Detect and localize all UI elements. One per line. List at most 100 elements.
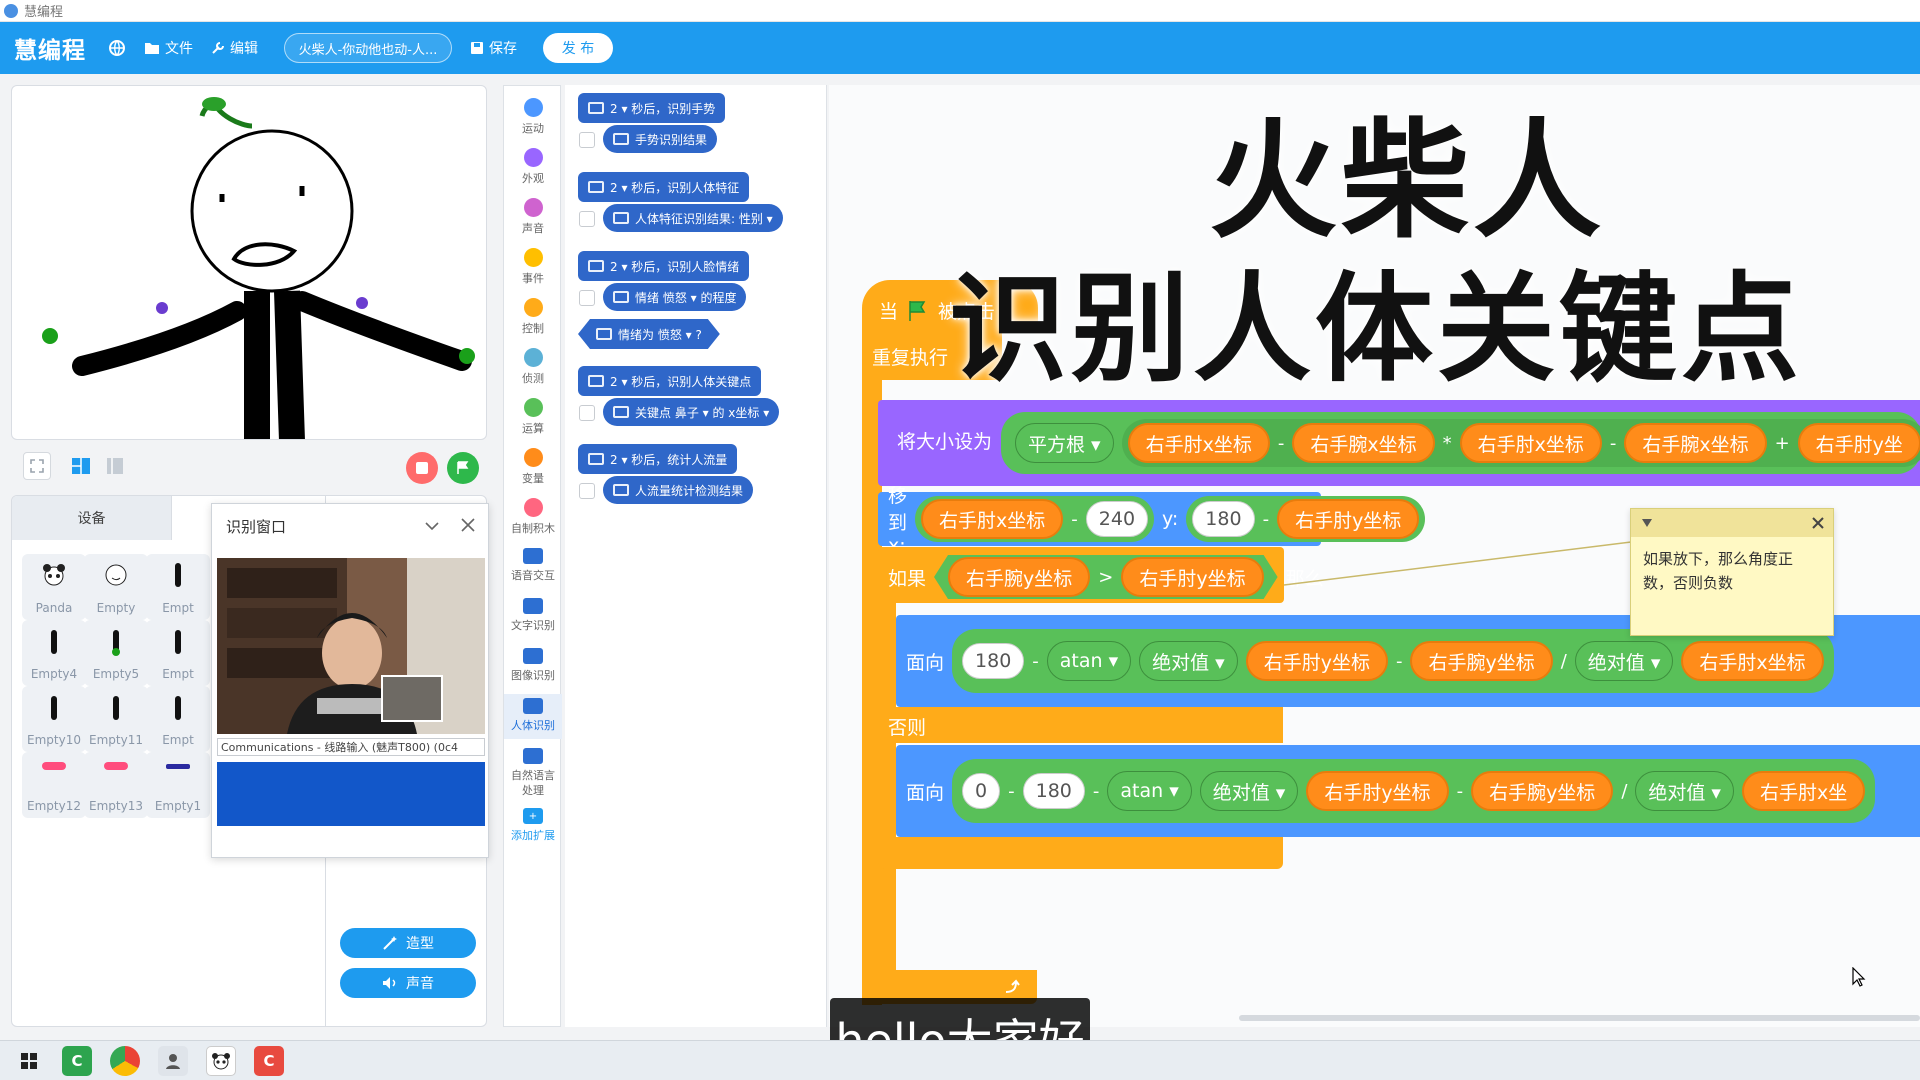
stickman-sprite[interactable]	[12, 86, 487, 440]
tab-device[interactable]: 设备	[12, 496, 172, 540]
comment-note[interactable]: 如果放下，那么角度正数，否则负数	[1630, 508, 1834, 636]
category-label: 图像识别	[511, 669, 555, 682]
save-button[interactable]: 保存	[470, 38, 517, 58]
costume-button[interactable]: 造型	[340, 928, 476, 958]
category-control[interactable]: 控制	[504, 298, 562, 336]
block-recognize-gesture[interactable]: 2 ▾ 秒后，识别手势	[578, 93, 726, 123]
block-emotion-degree[interactable]: 情绪 愤怒 ▾ 的程度	[603, 283, 747, 311]
category-variables[interactable]: 变量	[504, 448, 562, 486]
sprite-tile[interactable]: Empty4	[22, 620, 86, 686]
checkbox-emotion-degree[interactable]	[579, 290, 595, 306]
extension-icon	[523, 698, 543, 714]
language-button[interactable]	[108, 39, 126, 57]
user-app-taskbar-icon[interactable]	[158, 1045, 188, 1076]
sprite-tile[interactable]: Empty5	[84, 620, 148, 686]
publish-button[interactable]: 发 布	[543, 33, 613, 63]
checkbox-keypoint[interactable]	[579, 405, 595, 421]
category-motion[interactable]: 运动	[504, 98, 562, 136]
edit-menu[interactable]: 编辑	[211, 38, 258, 58]
sprite-tile[interactable]: Empty10	[22, 686, 86, 752]
sprite-tile[interactable]: Empty	[84, 554, 148, 620]
category-events[interactable]: 事件	[504, 248, 562, 286]
stage[interactable]	[11, 85, 487, 440]
block-body-result[interactable]: 人体特征识别结果: 性别 ▾	[603, 204, 783, 232]
sprite-tile[interactable]: Panda	[22, 554, 86, 620]
sprite-name: Empt	[162, 601, 194, 615]
category-image-recognition[interactable]: 图像识别	[504, 648, 562, 683]
close-icon[interactable]	[1811, 516, 1825, 530]
file-menu[interactable]: 文件	[144, 38, 193, 58]
collapse-button[interactable]	[424, 518, 440, 536]
chrome-taskbar-icon[interactable]	[110, 1045, 140, 1076]
block-recognize-body[interactable]: 2 ▾ 秒后，识别人体特征	[578, 172, 750, 202]
save-icon	[471, 42, 483, 54]
person-icon	[166, 1053, 180, 1069]
sprite-name: Empt	[162, 733, 194, 747]
camera-device-select[interactable]: Communications - 线路输入 (魅声T800) (0c4	[217, 738, 485, 756]
recorder-taskbar-icon[interactable]: C	[254, 1045, 284, 1076]
comment-header	[1631, 509, 1833, 537]
category-text-recognition[interactable]: 文字识别	[504, 598, 562, 633]
ext-icon	[588, 453, 604, 465]
block-count-people[interactable]: 2 ▾ 秒后，统计人流量	[578, 444, 738, 474]
category-looks[interactable]: 外观	[504, 148, 562, 186]
layout-small-button[interactable]	[101, 452, 129, 480]
layout-large-button[interactable]	[67, 452, 95, 480]
sprite-tile[interactable]: Empt	[146, 620, 210, 686]
category-label: 自然语言处理	[511, 769, 555, 797]
category-operators[interactable]: 运算	[504, 398, 562, 436]
category-label: 变量	[522, 472, 544, 485]
close-button[interactable]	[460, 517, 476, 537]
horizontal-scrollbar[interactable]	[1239, 1015, 1920, 1021]
category-add-extension[interactable]: + 添加扩展	[504, 808, 562, 843]
sprite-tile[interactable]: Empty11	[84, 686, 148, 752]
sprite-thumbnail	[165, 760, 191, 775]
windows-icon	[21, 1052, 37, 1069]
block-recognize-keypoints[interactable]: 2 ▾ 秒后，识别人体关键点	[578, 366, 762, 396]
category-sensing[interactable]: 侦测	[504, 348, 562, 386]
sprite-tile[interactable]: Empty1	[146, 752, 210, 818]
mblock-taskbar-icon[interactable]	[206, 1045, 236, 1076]
category-speech[interactable]: 语音交互	[504, 548, 562, 583]
sprite-tile[interactable]: Empty13	[84, 752, 148, 818]
sprite-thumbnail	[103, 760, 129, 775]
sprite-tile[interactable]: Empt	[146, 554, 210, 620]
brand-logo: 慧编程	[14, 38, 86, 64]
sound-button[interactable]: 声音	[340, 968, 476, 998]
category-nlp[interactable]: 自然语言处理	[504, 748, 562, 798]
ext-icon	[613, 133, 629, 145]
checkbox-people-count[interactable]	[579, 483, 595, 499]
sprite-tile[interactable]: Empty12	[22, 752, 86, 818]
block-label: 2 ▾ 秒后，识别人体特征	[610, 180, 740, 195]
block-people-count-result[interactable]: 人流量统计检测结果	[603, 476, 754, 504]
checkbox-body-result[interactable]	[579, 211, 595, 227]
category-body-recognition[interactable]: 人体识别	[504, 694, 562, 739]
category-my-blocks[interactable]: 自制积木	[504, 498, 562, 536]
sprite-thumbnail	[111, 628, 121, 659]
sprite-thumbnail	[174, 694, 182, 725]
costume-label: 造型	[406, 936, 434, 952]
recognition-window[interactable]: 识别窗口 Communications - 线路输入 (魅声T800) (0c4	[211, 503, 489, 858]
block-label: 关键点 鼻子 ▾ 的 x坐标 ▾	[635, 405, 770, 420]
stop-button[interactable]	[406, 452, 438, 484]
category-label: 侦测	[522, 372, 544, 385]
comment-text[interactable]: 如果放下，那么角度正数，否则负数	[1631, 537, 1833, 605]
fullscreen-button[interactable]	[23, 452, 51, 480]
block-emotion-is[interactable]: 情绪为 愤怒 ▾ ?	[578, 319, 720, 349]
sprite-name: Empty12	[27, 799, 81, 813]
category-sound[interactable]: 声音	[504, 198, 562, 236]
sprite-tile[interactable]: Empt	[146, 686, 210, 752]
camtasia-taskbar-icon[interactable]: C	[62, 1045, 92, 1076]
checkbox-gesture-result[interactable]	[579, 132, 595, 148]
camera-device-value: Communications - 线路输入 (魅声T800) (0c4	[221, 741, 459, 754]
block-keypoint-coord[interactable]: 关键点 鼻子 ▾ 的 x坐标 ▾	[603, 398, 780, 426]
sound-label: 声音	[406, 976, 434, 992]
project-name-input[interactable]: 火柴人-你动他也动-人...	[284, 33, 452, 63]
collapse-triangle-icon[interactable]	[1641, 518, 1653, 528]
green-flag-button[interactable]	[447, 452, 479, 484]
block-label: 2 ▾ 秒后，统计人流量	[610, 452, 728, 467]
taskbar: C C	[0, 1040, 1920, 1080]
block-recognize-emotion[interactable]: 2 ▾ 秒后，识别人脸情绪	[578, 251, 750, 281]
windows-start-button[interactable]	[14, 1046, 44, 1076]
block-gesture-result[interactable]: 手势识别结果	[603, 125, 718, 153]
